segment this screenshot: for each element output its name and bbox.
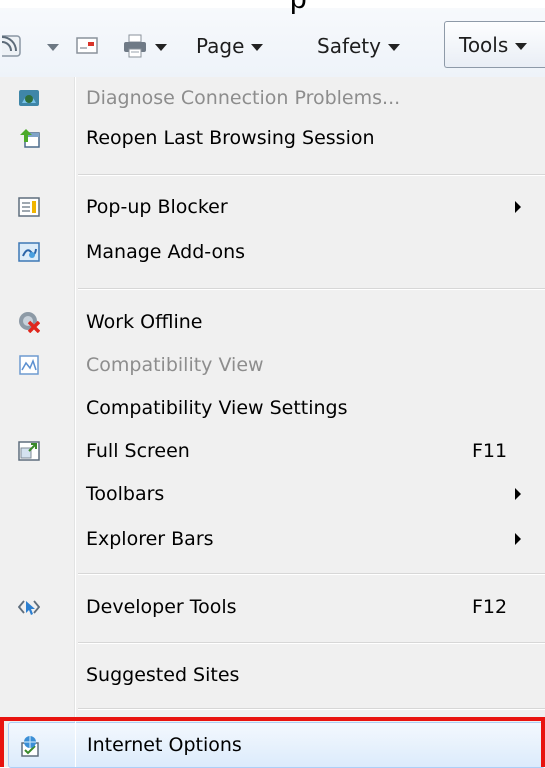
tools-menu-button[interactable]: Tools — [444, 21, 545, 68]
feeds-button[interactable] — [2, 26, 24, 66]
menu-item-compatibility-view-settings[interactable]: Compatibility View Settings — [0, 388, 545, 428]
page-menu-button[interactable]: Page — [196, 26, 264, 66]
work-offline-icon — [19, 312, 40, 333]
developer-tools-icon — [18, 600, 40, 615]
read-mail-button[interactable] — [76, 26, 98, 66]
page-menu-label: Page — [196, 34, 245, 58]
menu-item-popup-blocker[interactable]: Pop-up Blocker — [0, 187, 545, 227]
menu-item-toolbars[interactable]: Toolbars — [0, 474, 545, 514]
menu-item-manage-addons[interactable]: Manage Add-ons — [0, 232, 545, 272]
menu-separator — [78, 573, 545, 575]
menu-item-label: Internet Options — [87, 734, 242, 756]
menu-item-explorer-bars[interactable]: Explorer Bars — [0, 519, 545, 559]
safety-menu-label: Safety — [317, 34, 381, 58]
tools-menu: Diagnose Connection Problems... Reopen L… — [0, 77, 545, 768]
menu-item-reopen-session[interactable]: Reopen Last Browsing Session — [0, 118, 545, 158]
chevron-down-icon — [251, 44, 264, 51]
read-mail-icon — [76, 37, 98, 54]
menu-item-label: Toolbars — [86, 483, 165, 505]
menu-item-work-offline[interactable]: Work Offline — [0, 302, 545, 342]
internet-options-icon — [21, 736, 39, 757]
menu-item-label: Manage Add-ons — [86, 241, 246, 263]
menu-item-suggested-sites[interactable]: Suggested Sites — [0, 655, 545, 695]
menu-item-diagnose-connection[interactable]: Diagnose Connection Problems... — [0, 78, 545, 118]
menu-item-label: Reopen Last Browsing Session — [86, 127, 375, 149]
menu-item-label: Diagnose Connection Problems... — [86, 87, 401, 109]
menu-item-label: Work Offline — [86, 311, 203, 333]
safety-menu-button[interactable]: Safety — [317, 26, 400, 66]
submenu-arrow-icon — [515, 533, 521, 545]
menu-item-internet-options[interactable]: Internet Options — [8, 722, 545, 768]
chevron-down-icon — [155, 44, 167, 51]
menu-separator — [78, 708, 545, 710]
page-title-fragment: p — [290, 0, 307, 16]
menu-item-label: Developer Tools — [86, 596, 237, 618]
submenu-arrow-icon — [515, 201, 521, 213]
submenu-arrow-icon — [515, 488, 521, 500]
command-bar: p Page Safety Tools — [0, 0, 545, 77]
compatibility-view-icon — [19, 355, 39, 375]
menu-item-label: Pop-up Blocker — [86, 196, 228, 218]
rss-feed-icon — [2, 35, 21, 57]
shortcut-label: F12 — [472, 596, 508, 618]
menu-item-full-screen[interactable]: Full Screen F11 — [0, 431, 545, 471]
menu-item-label: Full Screen — [86, 440, 190, 462]
print-button[interactable] — [122, 26, 167, 66]
menu-separator — [78, 174, 545, 176]
print-icon — [124, 34, 146, 58]
menu-item-compatibility-view[interactable]: Compatibility View — [0, 345, 545, 385]
reopen-session-icon — [20, 129, 40, 148]
menu-item-label: Compatibility View — [86, 354, 264, 376]
manage-addons-icon — [18, 242, 40, 262]
feeds-dropdown[interactable] — [40, 26, 59, 66]
chevron-down-icon — [47, 44, 59, 51]
chevron-down-icon — [387, 44, 400, 51]
menu-separator — [78, 642, 545, 644]
tools-menu-label: Tools — [459, 32, 509, 57]
shortcut-label: F11 — [472, 440, 508, 462]
chevron-down-icon — [515, 42, 528, 50]
menu-item-developer-tools[interactable]: Developer Tools F12 — [0, 587, 545, 627]
full-screen-icon — [18, 441, 40, 461]
menu-item-label: Explorer Bars — [86, 528, 214, 550]
menu-item-label: Suggested Sites — [86, 664, 240, 686]
popup-blocker-icon — [18, 197, 40, 217]
menu-item-label: Compatibility View Settings — [86, 397, 348, 419]
menu-separator — [78, 288, 545, 290]
diagnose-connection-icon — [19, 90, 39, 106]
